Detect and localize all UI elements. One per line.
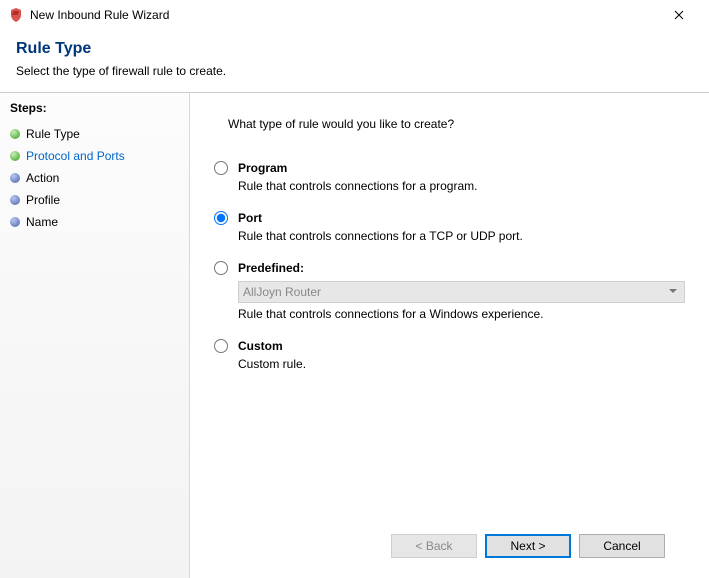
back-button: < Back — [391, 534, 477, 558]
step-bullet-icon — [10, 217, 20, 227]
rule-type-radio-program[interactable] — [214, 161, 228, 175]
rule-type-desc: Custom rule. — [238, 357, 685, 371]
step-label: Protocol and Ports — [26, 149, 125, 163]
wizard-footer: < Back Next > Cancel — [228, 526, 685, 578]
rule-type-label: Predefined: — [238, 261, 304, 275]
cancel-button[interactable]: Cancel — [579, 534, 665, 558]
page-subtitle: Select the type of firewall rule to crea… — [16, 64, 693, 78]
rule-type-label: Program — [238, 161, 287, 175]
wizard-header: Rule Type Select the type of firewall ru… — [0, 30, 709, 92]
close-button[interactable] — [657, 1, 701, 29]
step-label: Rule Type — [26, 127, 80, 141]
firewall-icon — [8, 7, 24, 23]
step-bullet-icon — [10, 151, 20, 161]
wizard-body: Steps: Rule Type Protocol and Ports Action… — [0, 92, 709, 578]
rule-type-radio-custom[interactable] — [214, 339, 228, 353]
rule-type-label: Port — [238, 211, 262, 225]
step-item-rule-type: Rule Type — [8, 123, 189, 145]
rule-type-radio-row-custom[interactable]: Custom — [214, 339, 685, 353]
step-bullet-icon — [10, 173, 20, 183]
rule-type-desc: Rule that controls connections for a TCP… — [238, 229, 685, 243]
step-label: Action — [26, 171, 59, 185]
step-label: Profile — [26, 193, 60, 207]
title-bar: New Inbound Rule Wizard — [0, 0, 709, 30]
rule-type-option-predefined: Predefined: AllJoyn Router Rule that contr… — [214, 261, 685, 321]
step-label: Name — [26, 215, 58, 229]
next-button[interactable]: Next > — [485, 534, 571, 558]
step-bullet-icon — [10, 129, 20, 139]
rule-type-option-port: Port Rule that controls connections for a… — [214, 211, 685, 243]
rule-type-radio-row-port[interactable]: Port — [214, 211, 685, 225]
rule-type-option-custom: Custom Custom rule. — [214, 339, 685, 371]
step-item-name: Name — [8, 211, 189, 233]
rule-type-label: Custom — [238, 339, 283, 353]
steps-title: Steps: — [10, 101, 189, 115]
rule-type-option-program: Program Rule that controls connections fo… — [214, 161, 685, 193]
step-bullet-icon — [10, 195, 20, 205]
step-item-action: Action — [8, 167, 189, 189]
rule-type-radio-port[interactable] — [214, 211, 228, 225]
page-title: Rule Type — [16, 40, 693, 58]
rule-type-desc: Rule that controls connections for a Win… — [238, 307, 685, 321]
rule-type-radio-row-predefined[interactable]: Predefined: — [214, 261, 685, 275]
step-item-protocol-and-ports[interactable]: Protocol and Ports — [8, 145, 189, 167]
steps-sidebar: Steps: Rule Type Protocol and Ports Action… — [0, 93, 190, 578]
question-text: What type of rule would you like to crea… — [228, 117, 685, 131]
rule-type-desc: Rule that controls connections for a pro… — [238, 179, 685, 193]
window-title: New Inbound Rule Wizard — [30, 8, 657, 22]
rule-type-radio-row-program[interactable]: Program — [214, 161, 685, 175]
predefined-select: AllJoyn Router — [238, 281, 685, 303]
wizard-content: What type of rule would you like to crea… — [190, 93, 709, 578]
rule-type-radio-predefined[interactable] — [214, 261, 228, 275]
step-item-profile: Profile — [8, 189, 189, 211]
